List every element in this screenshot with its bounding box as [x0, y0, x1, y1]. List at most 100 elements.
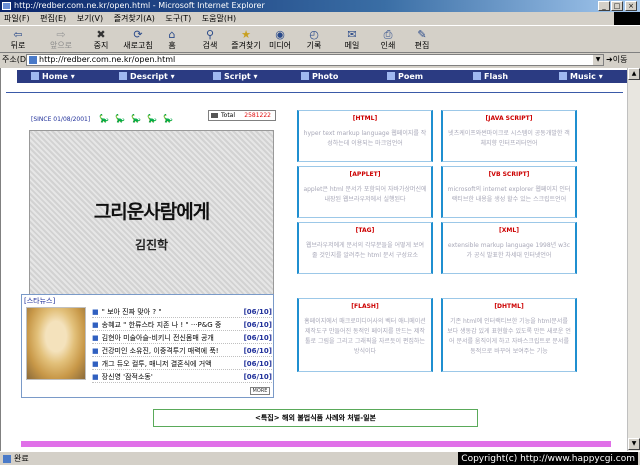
info-box-vbscript[interactable]: [VB SCRIPT] microsoft의 internet explorer… [441, 166, 577, 218]
dinosaur-icon: 🦕 [99, 114, 109, 123]
back-button[interactable]: ⇦ 뒤로 [4, 28, 32, 52]
media-icon: ◉ [275, 28, 285, 41]
vertical-scrollbar[interactable]: ▲ ▼ [627, 68, 640, 451]
address-input[interactable]: http://redber.com.ne.kr/open.html ▼ [26, 54, 604, 66]
scroll-up-icon[interactable]: ▲ [628, 68, 640, 80]
menu-edit[interactable]: 편집(E) [36, 12, 70, 25]
footer-bar [21, 441, 611, 447]
home-button[interactable]: ⌂ 홈 [162, 28, 182, 52]
edit-button[interactable]: ✎ 편집 [410, 28, 434, 52]
close-button[interactable]: × [625, 1, 637, 11]
minimize-button[interactable]: _ [598, 1, 610, 11]
toolbar: ⇦ 뒤로 ⇨ 앞으로 ✖ 중지 ⟳ 새로고침 ⌂ 홈 ⚲ 검색 ★ 즐겨찾기 ◉… [0, 25, 640, 53]
banner-author: 김진학 [134, 238, 169, 252]
address-bar: 주소(D) http://redber.com.ne.kr/open.html … [0, 53, 640, 67]
ie-icon [2, 2, 11, 10]
news-item[interactable]: ■ " 보아 진짜 맞아 ? " [06/10] [92, 307, 272, 318]
stop-button[interactable]: ✖ 중지 [88, 28, 114, 52]
mail-icon: ✉ [347, 28, 357, 41]
main-banner-image[interactable]: 그리운사람에게 김진학 [29, 130, 274, 295]
counter-value: 2581222 [244, 112, 271, 119]
news-photo[interactable] [26, 307, 86, 380]
status-bar: 완료 Copyright(c) http://www.happycgi.com [0, 451, 640, 465]
copyright-text: Copyright(c) http://www.happycgi.com [458, 452, 638, 465]
star-news-box: [스타뉴스] ■ " 보아 진짜 맞아 ? " [06/10] ■ 송혜교 " 한류스… [21, 294, 274, 398]
poem-icon [387, 72, 395, 80]
print-button[interactable]: ⎙ 인쇄 [376, 28, 400, 52]
bullet-icon: ■ [92, 321, 99, 329]
info-box-tag[interactable]: [TAG] 웹브라우저에게 문서의 각부분들을 어떻게 보여 줄 것인지를 알려… [297, 222, 433, 274]
menu-bar: 파일(F) 편집(E) 보기(V) 즐겨찾기(A) 도구(T) 도움말(H) [0, 12, 640, 25]
info-box-html[interactable]: [HTML] hyper text markup language 웹페이지를 … [297, 110, 433, 162]
bullet-icon: ■ [92, 347, 99, 355]
mail-button[interactable]: ✉ 메일 [340, 28, 364, 52]
history-icon: ◴ [309, 28, 319, 41]
photo-icon [301, 72, 309, 80]
news-item[interactable]: ■ 김현아 미술아슬-비키니 전신몸매 공개 [06/10] [92, 333, 272, 344]
nav-flash[interactable]: Flash [473, 70, 508, 83]
status-text: 완료 [14, 454, 29, 463]
forward-button[interactable]: ⇨ 앞으로 [44, 28, 78, 52]
web-content: Home ▾ Descript ▾ Script ▾ Photo Poem Fl… [0, 68, 627, 451]
nav-descript[interactable]: Descript ▾ [119, 70, 175, 83]
news-item[interactable]: ■ 송혜교 " 한류스타 지존 나 ! " ···P&G 중 [06/10] [92, 320, 272, 331]
nav-script[interactable]: Script ▾ [213, 70, 258, 83]
history-button[interactable]: ◴ 기록 [302, 28, 326, 52]
info-box-applet[interactable]: [APPLET] applet은 html 문서가 포함되어 자바가상머신에 내… [297, 166, 433, 218]
menu-help[interactable]: 도움말(H) [198, 12, 240, 25]
counter-icon [211, 113, 218, 118]
script-icon [213, 72, 221, 80]
window-title-bar: http://redber.com.ne.kr/open.html - Micr… [0, 0, 640, 12]
info-box-flash[interactable]: [FLASH] 홈페이지에서 매크로미디어사의 벡터 애니메이션 제작도구 만들… [297, 298, 433, 372]
divider [6, 92, 623, 93]
refresh-icon: ⟳ [133, 28, 143, 41]
info-box-dhtml[interactable]: [DHTML] 기존 html에 인터랙티브한 기능을 html문서를 보다 생… [441, 298, 577, 372]
site-nav: Home ▾ Descript ▾ Script ▾ Photo Poem Fl… [17, 70, 627, 83]
news-item[interactable]: ■ 장신영 '잠적소동' [06/10] [92, 372, 272, 383]
menu-favorites[interactable]: 즐겨찾기(A) [110, 12, 159, 25]
nav-photo[interactable]: Photo [301, 70, 338, 83]
go-arrow-icon: ➜ [606, 55, 613, 64]
scroll-down-icon[interactable]: ▼ [628, 438, 640, 450]
dinosaur-icon: 🦕 [147, 114, 157, 123]
news-item[interactable]: ■ 건강미인 소유진, 이중격투기 매력에 푹! [06/10] [92, 346, 272, 357]
search-icon: ⚲ [205, 28, 215, 41]
address-url: http://redber.com.ne.kr/open.html [39, 55, 176, 64]
news-item[interactable]: ■ 개그 듀오 컬투, 매니저 결혼식에 거액 [06/10] [92, 359, 272, 370]
back-arrow-icon: ⇦ [13, 28, 23, 41]
chevron-down-icon[interactable]: ▼ [593, 55, 603, 65]
descript-icon [119, 72, 127, 80]
stop-icon: ✖ [96, 28, 106, 41]
favorites-button[interactable]: ★ 즐겨찾기 [226, 28, 266, 52]
dinosaur-icon: 🦕 [115, 114, 125, 123]
menu-view[interactable]: 보기(V) [73, 12, 107, 25]
visitor-counter: Total 2581222 [208, 110, 276, 121]
bullet-icon: ■ [92, 308, 99, 316]
info-box-javascript[interactable]: [JAVA SCRIPT] 넷츠케이프와썬마이크로 시스템이 공동개발한 객체지… [441, 110, 577, 162]
refresh-button[interactable]: ⟳ 새로고침 [118, 28, 158, 52]
counter-label: Total [221, 112, 236, 119]
star-news-header: [스타뉴스] [24, 297, 56, 305]
dinosaur-icon: 🦕 [163, 114, 173, 123]
windows-logo-icon [614, 12, 640, 25]
flash-icon [473, 72, 481, 80]
feature-link[interactable]: <특집> 해외 불법식품 사례와 처벌-일본 [153, 409, 478, 427]
page-icon [3, 455, 11, 463]
music-icon [559, 72, 567, 80]
search-button[interactable]: ⚲ 검색 [196, 28, 224, 52]
menu-tools[interactable]: 도구(T) [161, 12, 195, 25]
nav-music[interactable]: Music ▾ [559, 70, 603, 83]
more-button[interactable]: MORE [250, 387, 270, 395]
go-button[interactable]: ➜이동 [606, 53, 638, 67]
info-box-xml[interactable]: [XML] extensible markup language 1998년 w… [441, 222, 577, 274]
window-title: http://redber.com.ne.kr/open.html - Micr… [14, 1, 265, 10]
menu-file[interactable]: 파일(F) [0, 12, 34, 25]
nav-home[interactable]: Home ▾ [31, 70, 75, 83]
home-icon: ⌂ [168, 28, 176, 41]
nav-poem[interactable]: Poem [387, 70, 423, 83]
media-button[interactable]: ◉ 미디어 [266, 28, 294, 52]
home-icon [31, 72, 39, 80]
dinosaur-icon: 🦕 [131, 114, 141, 123]
print-icon: ⎙ [383, 28, 393, 41]
maximize-button[interactable]: □ [611, 1, 623, 11]
